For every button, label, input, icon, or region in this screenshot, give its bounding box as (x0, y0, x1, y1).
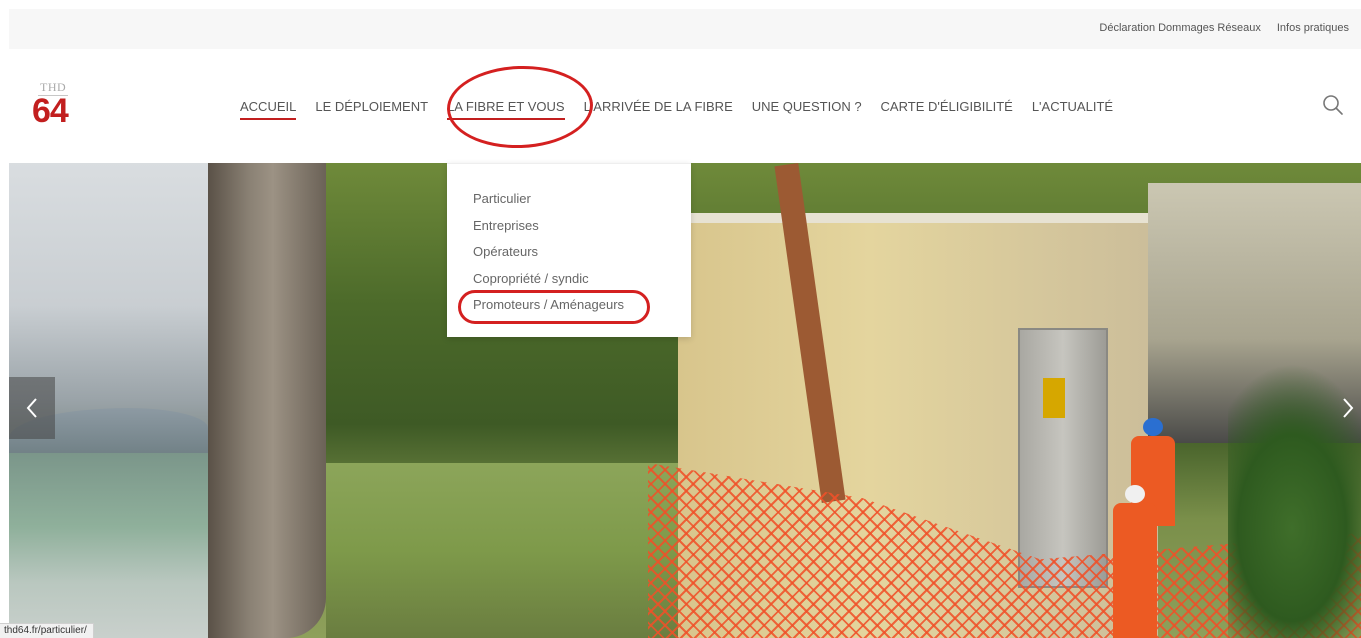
topbar-links: Déclaration Dommages Réseaux Infos prati… (1099, 22, 1349, 34)
hero-main-image (208, 163, 1361, 638)
chevron-right-icon (1343, 398, 1354, 418)
site-logo[interactable]: THD 64 (32, 74, 92, 134)
submenu-item-particulier[interactable]: Particulier (473, 189, 691, 216)
nav-item-question[interactable]: UNE QUESTION ? (752, 99, 862, 120)
nav-item-deploiement[interactable]: LE DÉPLOIEMENT (315, 99, 428, 120)
submenu-item-copropriete[interactable]: Copropriété / syndic (473, 269, 691, 296)
submenu-item-promoteurs[interactable]: Promoteurs / Aménageurs (473, 295, 691, 322)
logo-64-text: 64 (32, 92, 69, 130)
hero-worker (1113, 485, 1157, 638)
hero-cabinet-door (1018, 328, 1108, 588)
warning-sign-icon (1043, 378, 1065, 418)
site-header: THD 64 ACCUEIL LE DÉPLOIEMENT LA FIBRE E… (0, 49, 1361, 163)
search-icon[interactable] (1322, 94, 1344, 116)
nav-item-accueil[interactable]: ACCUEIL (240, 99, 297, 120)
topbar-link-declaration[interactable]: Déclaration Dommages Réseaux (1099, 22, 1260, 34)
hero-tree-trunk (208, 163, 326, 638)
page: Déclaration Dommages Réseaux Infos prati… (0, 0, 1361, 638)
top-utility-bar: Déclaration Dommages Réseaux Infos prati… (9, 9, 1361, 49)
status-bar-url: thd64.fr/particulier/ (0, 623, 94, 638)
nav-item-carte[interactable]: CARTE D'ÉLIGIBILITÉ (881, 99, 1013, 120)
slider-prev-button[interactable] (9, 377, 55, 439)
slider-next-button[interactable] (1341, 377, 1361, 439)
topbar-link-infos[interactable]: Infos pratiques (1277, 22, 1349, 34)
nav-item-arrivee[interactable]: L'ARRIVÉE DE LA FIBRE (584, 99, 733, 120)
submenu-item-operateurs[interactable]: Opérateurs (473, 242, 691, 269)
nav-item-fibre-et-vous[interactable]: LA FIBRE ET VOUS (447, 99, 565, 120)
nav-item-actualite[interactable]: L'ACTUALITÉ (1032, 99, 1113, 120)
main-nav: ACCUEIL LE DÉPLOIEMENT LA FIBRE ET VOUS … (240, 99, 1132, 120)
hero-sea (9, 453, 208, 638)
submenu-fibre-et-vous: Particulier Entreprises Opérateurs Copro… (447, 163, 691, 337)
chevron-left-icon (26, 398, 37, 418)
submenu-item-entreprises[interactable]: Entreprises (473, 216, 691, 243)
